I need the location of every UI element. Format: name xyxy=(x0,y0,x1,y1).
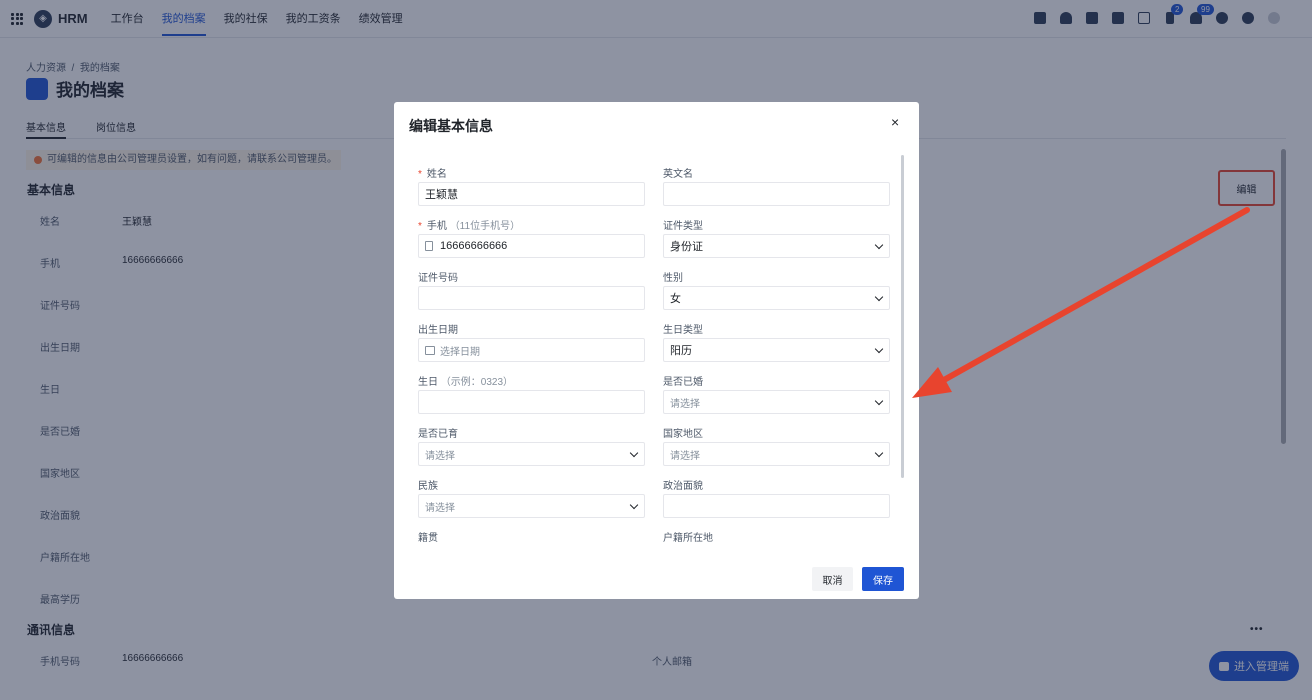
chevron-down-icon xyxy=(874,240,884,250)
country-select[interactable]: 请选择 xyxy=(663,442,890,466)
chevron-down-icon xyxy=(874,396,884,406)
birth-date-label: 出生日期 xyxy=(418,325,458,336)
political-input[interactable] xyxy=(663,494,890,518)
chevron-down-icon xyxy=(874,292,884,302)
close-icon[interactable]: × xyxy=(891,114,899,130)
id-type-label: 证件类型 xyxy=(663,221,703,232)
birth-date-picker[interactable]: 选择日期 xyxy=(418,338,645,362)
children-select[interactable]: 请选择 xyxy=(418,442,645,466)
chevron-down-icon xyxy=(629,448,639,458)
edit-basic-info-dialog: 编辑基本信息 × * 姓名 王颖慧 英文名 * 手机 （11位手机号） 166666… xyxy=(394,102,919,599)
married-label: 是否已婚 xyxy=(663,377,703,388)
phone-label: * 手机 （11位手机号） xyxy=(418,221,521,232)
children-label: 是否已育 xyxy=(418,429,458,440)
birthday-type-select[interactable]: 阳历 xyxy=(663,338,890,362)
save-button[interactable]: 保存 xyxy=(862,567,904,591)
mobile-icon xyxy=(425,241,433,251)
married-select[interactable]: 请选择 xyxy=(663,390,890,414)
id-number-label: 证件号码 xyxy=(418,273,458,284)
id-number-input[interactable] xyxy=(418,286,645,310)
english-name-input[interactable] xyxy=(663,182,890,206)
chevron-down-icon xyxy=(629,500,639,510)
chevron-down-icon xyxy=(874,344,884,354)
dialog-title: 编辑基本信息 xyxy=(409,118,493,134)
cancel-button[interactable]: 取消 xyxy=(812,567,853,591)
ethnicity-select[interactable]: 请选择 xyxy=(418,494,645,518)
phone-input[interactable]: 16666666666 xyxy=(418,234,645,258)
political-label: 政治面貌 xyxy=(663,481,703,492)
name-label: * 姓名 xyxy=(418,169,447,180)
chevron-down-icon xyxy=(874,448,884,458)
calendar-icon xyxy=(425,345,435,355)
english-name-label: 英文名 xyxy=(663,169,693,180)
birthday-label: 生日 （示例：0323） xyxy=(418,377,514,388)
native-place-label: 籍贯 xyxy=(418,533,438,544)
country-label: 国家地区 xyxy=(663,429,703,440)
gender-label: 性别 xyxy=(663,273,683,284)
gender-select[interactable]: 女 xyxy=(663,286,890,310)
household-label: 户籍所在地 xyxy=(663,533,713,544)
id-type-select[interactable]: 身份证 xyxy=(663,234,890,258)
birthday-type-label: 生日类型 xyxy=(663,325,703,336)
birthday-input[interactable] xyxy=(418,390,645,414)
ethnicity-label: 民族 xyxy=(418,481,438,492)
name-input[interactable]: 王颖慧 xyxy=(418,182,645,206)
dialog-scrollbar[interactable] xyxy=(901,155,904,478)
